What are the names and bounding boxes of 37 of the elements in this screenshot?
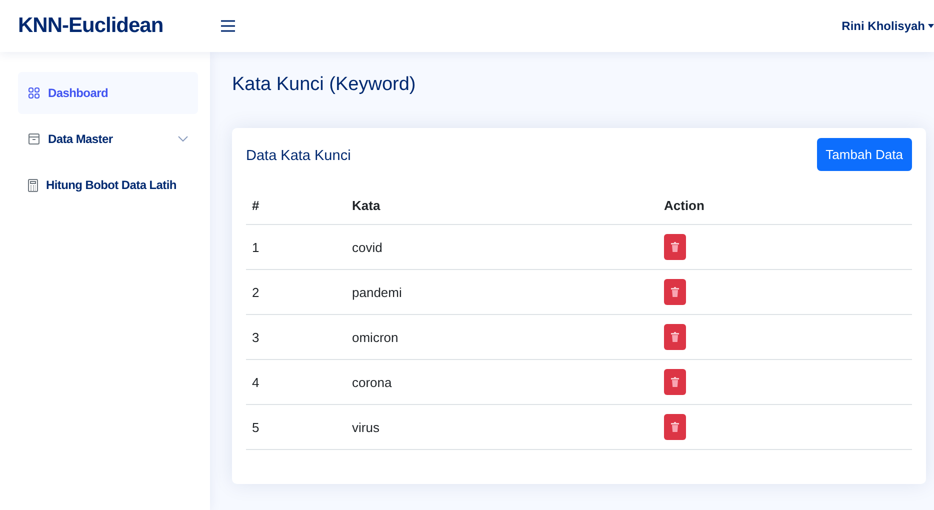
trash-icon <box>671 332 679 342</box>
column-header: Action <box>658 186 912 224</box>
column-header: Kata <box>346 186 658 224</box>
delete-button[interactable] <box>664 414 686 440</box>
trash-icon <box>671 242 679 252</box>
page-title: Kata Kunci (Keyword) <box>232 74 417 96</box>
table-cell: 4 <box>246 360 346 404</box>
table-cell: 1 <box>246 224 346 270</box>
table-cell: 5 <box>246 404 346 450</box>
grid-icon <box>28 87 40 99</box>
trash-icon <box>671 422 679 432</box>
table-cell: 2 <box>246 270 346 314</box>
table-cell: pandemi <box>346 270 658 314</box>
table-cell: covid <box>346 224 658 270</box>
trash-icon <box>671 287 679 297</box>
add-button[interactable]: Tambah Data <box>816 138 912 170</box>
trash-icon <box>671 377 679 387</box>
column-header: # <box>246 186 346 224</box>
user-name[interactable]: Rini Kholisyah <box>842 19 925 33</box>
menu-icon[interactable] <box>221 19 235 33</box>
delete-button[interactable] <box>664 279 686 305</box>
archive-icon <box>28 133 40 145</box>
delete-button[interactable] <box>664 369 686 395</box>
calculator-icon <box>28 178 38 192</box>
delete-button[interactable] <box>664 324 686 350</box>
caret-icon[interactable] <box>928 24 934 28</box>
table-cell: corona <box>346 360 658 404</box>
brand-title: KNN-Euclidean <box>18 14 164 38</box>
sidebar-item[interactable]: Data Master <box>18 118 198 160</box>
table-cell: 3 <box>246 314 346 360</box>
delete-button[interactable] <box>664 234 686 260</box>
table-cell: virus <box>346 404 658 450</box>
sidebar-item[interactable]: Dashboard <box>18 72 198 114</box>
table-cell: omicron <box>346 314 658 360</box>
card-title: Data Kata Kunci <box>246 147 351 164</box>
sidebar-item[interactable]: Hitung Bobot Data Latih <box>18 164 198 206</box>
chevron-icon[interactable] <box>178 136 188 142</box>
